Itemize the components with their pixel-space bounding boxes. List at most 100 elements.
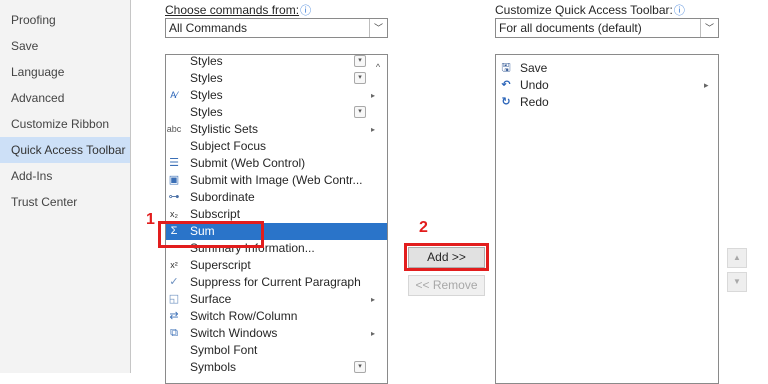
command-item[interactable]: ⧉ Switch Windows ▸ — [166, 325, 387, 342]
subordinate-icon: ⊶ — [168, 191, 180, 203]
command-label: Stylistic Sets — [190, 122, 259, 136]
command-label: Switch Row/Column — [190, 309, 298, 323]
command-item[interactable]: Styles ▾ — [166, 104, 387, 121]
move-up-button[interactable]: ▲ — [727, 248, 747, 268]
switch-windows-icon: ⧉ — [170, 327, 178, 339]
info-icon: ⓘ — [300, 5, 312, 17]
callout-box-add — [404, 243, 489, 271]
callout-number-1: 1 — [146, 211, 155, 228]
nav-item-customize-ribbon[interactable]: Customize Ribbon — [0, 111, 130, 137]
callout-number-2: 2 — [419, 219, 428, 236]
qat-list[interactable]: 🖫 Save ↶ Undo ▸ ↻ Redo — [495, 54, 719, 384]
command-label: Surface — [190, 292, 232, 306]
chevron-down-icon: ﹀ — [700, 19, 718, 37]
submenu-arrow-icon: ▸ — [371, 91, 376, 100]
command-label: Styles — [190, 88, 223, 102]
command-item[interactable]: Symbol Font — [166, 342, 387, 359]
command-label: Styles — [190, 105, 223, 119]
customize-qat-dropdown[interactable]: For all documents (default) ﹀ — [495, 18, 719, 38]
checkmark-icon: ✓ — [169, 276, 179, 288]
choose-commands-label: Choose commands from:ⓘ — [165, 2, 311, 18]
nav-item-quick-access-toolbar[interactable]: Quick Access Toolbar — [0, 137, 130, 163]
command-item[interactable]: Styles ▾ — [166, 54, 387, 70]
remove-button[interactable]: << Remove — [408, 275, 485, 296]
qat-item-label: Undo — [520, 78, 549, 92]
command-item[interactable]: ⊶ Subordinate — [166, 189, 387, 206]
command-label: Submit (Web Control) — [190, 156, 306, 170]
command-item[interactable]: x² Superscript — [166, 257, 387, 274]
remove-button-label: << Remove — [415, 278, 478, 292]
stylistic-sets-icon: abc — [166, 124, 182, 134]
command-label: Switch Windows — [190, 326, 278, 340]
options-nav: Proofing Save Language Advanced Customiz… — [0, 0, 131, 373]
customize-qat-value: For all documents (default) — [499, 21, 642, 35]
styles-icon: A⁄ — [170, 90, 178, 100]
dropdown-indicator-icon: ▾ — [354, 55, 366, 67]
command-item[interactable]: Styles ▾ — [166, 70, 387, 87]
qat-item-label: Save — [520, 61, 548, 75]
undo-icon: ↶ — [501, 79, 511, 91]
nav-item-language[interactable]: Language — [0, 59, 130, 85]
web-form-icon: ☰ — [169, 157, 179, 169]
qat-item-label: Redo — [520, 95, 549, 109]
choose-commands-dropdown[interactable]: All Commands ﹀ — [165, 18, 388, 38]
command-item[interactable]: ⇄ Switch Row/Column — [166, 308, 387, 325]
nav-item-trust-center[interactable]: Trust Center — [0, 189, 130, 215]
command-label: Subordinate — [190, 190, 255, 204]
customize-qat-label: Customize Quick Access Toolbar:ⓘ — [495, 2, 685, 18]
nav-item-add-ins[interactable]: Add-Ins — [0, 163, 130, 189]
chevron-down-icon: ▼ — [733, 277, 741, 286]
command-label: Superscript — [190, 258, 251, 272]
nav-item-label: Proofing — [11, 13, 56, 27]
submenu-arrow-icon: ▸ — [704, 80, 709, 90]
nav-item-label: Language — [11, 65, 65, 79]
surface-icon: ◱ — [168, 293, 180, 305]
choose-commands-text: Choose commands from: — [165, 3, 300, 17]
nav-item-label: Trust Center — [11, 195, 78, 209]
nav-item-advanced[interactable]: Advanced — [0, 85, 130, 111]
command-label: Styles — [190, 54, 223, 68]
nav-item-label: Add-Ins — [11, 169, 53, 183]
command-label: Subject Focus — [190, 139, 267, 153]
dropdown-indicator-icon: ▾ — [354, 106, 366, 118]
choose-commands-value: All Commands — [169, 21, 248, 35]
redo-icon: ↻ — [501, 96, 511, 108]
list-item[interactable]: 🖫 Save — [496, 60, 718, 77]
submenu-arrow-icon: ▸ — [371, 295, 376, 304]
image-form-icon: ▣ — [168, 174, 180, 186]
command-label: Submit with Image (Web Contr... — [190, 173, 363, 187]
scroll-up-icon[interactable]: ^ — [371, 60, 385, 74]
callout-box-sum — [158, 221, 264, 248]
list-item[interactable]: ↶ Undo ▸ — [496, 77, 718, 94]
submenu-arrow-icon: ▸ — [371, 125, 376, 134]
command-item[interactable]: A⁄ Styles ▸ — [166, 87, 387, 104]
dropdown-indicator-icon: ▾ — [354, 361, 366, 373]
superscript-icon: x² — [170, 260, 178, 270]
command-item[interactable]: ✓ Suppress for Current Paragraph — [166, 274, 387, 291]
commands-list[interactable]: Styles ▾ Styles ▾ A⁄ Styles ▸ Styles ▾ abc Stylist… — [165, 54, 388, 384]
save-icon: 🖫 — [501, 62, 511, 74]
command-label: Symbols — [190, 360, 237, 374]
command-item[interactable]: ☰ Submit (Web Control) — [166, 155, 387, 172]
list-item[interactable]: ↻ Redo — [496, 94, 718, 111]
command-item[interactable]: ◱ Surface ▸ — [166, 291, 387, 308]
command-item[interactable]: ▣ Submit with Image (Web Contr... — [166, 172, 387, 189]
dropdown-indicator-icon: ▾ — [354, 72, 366, 84]
nav-item-save[interactable]: Save — [0, 33, 130, 59]
nav-item-label: Save — [11, 39, 39, 53]
info-icon: ⓘ — [673, 5, 685, 17]
switch-row-column-icon: ⇄ — [169, 310, 179, 322]
chevron-up-icon: ▲ — [733, 253, 741, 262]
command-label: Symbol Font — [190, 343, 258, 357]
command-item[interactable]: abc Stylistic Sets ▸ — [166, 121, 387, 138]
nav-item-proofing[interactable]: Proofing — [0, 7, 130, 33]
chevron-down-icon: ﹀ — [369, 19, 387, 37]
move-down-button[interactable]: ▼ — [727, 272, 747, 292]
command-label: Styles — [190, 71, 223, 85]
command-label: Suppress for Current Paragraph — [190, 275, 361, 289]
submenu-arrow-icon: ▸ — [371, 329, 376, 338]
nav-item-label: Customize Ribbon — [11, 117, 110, 131]
command-item[interactable]: Symbols ▾ — [166, 359, 387, 376]
command-item[interactable]: Subject Focus — [166, 138, 387, 155]
customize-qat-text: Customize Quick Access Toolbar: — [495, 3, 673, 17]
